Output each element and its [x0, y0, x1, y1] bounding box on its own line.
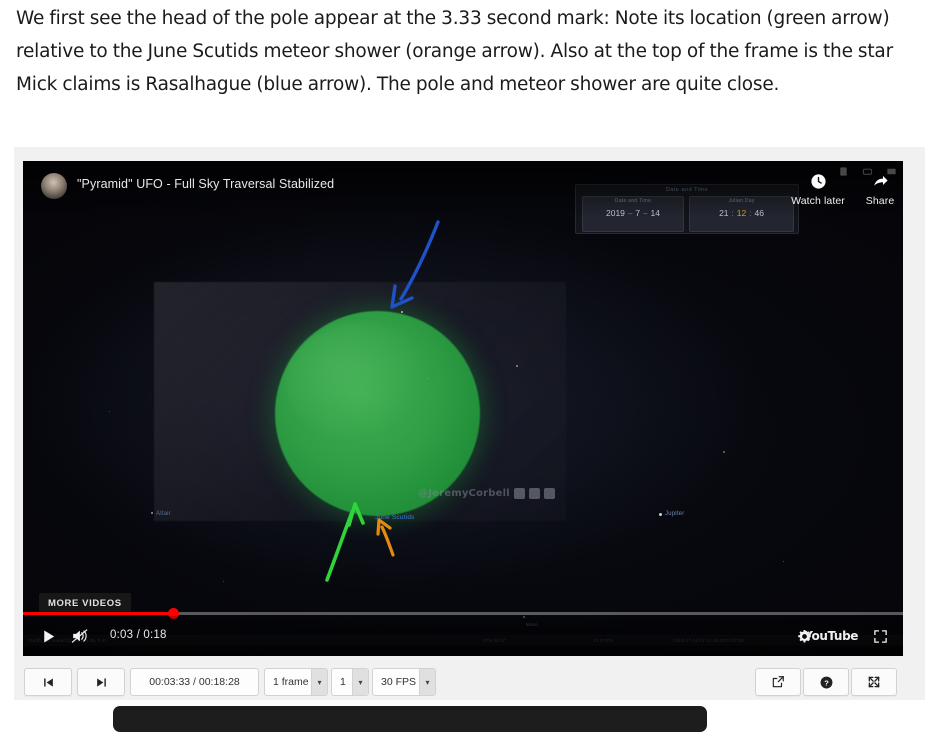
- green-dome-sheen: [285, 323, 435, 443]
- window-controls[interactable]: [838, 166, 897, 177]
- clock-icon: [810, 173, 827, 190]
- svg-text:?: ?: [824, 678, 829, 687]
- sky-label-jupiter: Jupiter: [665, 511, 685, 517]
- channel-watermark: @JeremyCorbell: [418, 488, 555, 499]
- progress-played: [23, 612, 173, 615]
- video-player-panel: Altair Jupiter June Scutids Moon @Jere: [14, 147, 925, 700]
- share-button[interactable]: Share: [849, 173, 903, 207]
- watermark-text: @JeremyCorbell: [418, 488, 510, 499]
- sky-label-altair: Altair: [156, 511, 171, 517]
- watch-later-label: Watch later: [791, 195, 845, 207]
- timecode-value: 00:03:33 / 00:18:28: [149, 676, 240, 688]
- player-control-bar: 0:03 / 0:18 YouTube: [23, 616, 903, 656]
- fullscreen-button[interactable]: [869, 625, 891, 647]
- share-export-button[interactable]: [755, 668, 801, 696]
- frame-rate-value: 30 FPS: [381, 676, 417, 688]
- previous-frame-button[interactable]: [24, 668, 72, 696]
- step-size-select[interactable]: 1 frame ▾: [264, 668, 328, 696]
- bottom-dark-bar: [113, 706, 707, 732]
- chevron-down-icon[interactable]: ▾: [311, 669, 327, 695]
- channel-avatar[interactable]: [41, 173, 67, 199]
- timecode-display[interactable]: 00:03:33 / 00:18:28: [130, 668, 259, 696]
- step-count-select[interactable]: 1 ▾: [331, 668, 369, 696]
- theater-icon[interactable]: [886, 166, 897, 177]
- watch-later-button[interactable]: Watch later: [780, 173, 856, 207]
- expand-button[interactable]: [851, 668, 897, 696]
- youtube-logo[interactable]: YouTube: [804, 629, 858, 643]
- page-caption: We first see the head of the pole appear…: [16, 8, 893, 95]
- minimize-icon[interactable]: [862, 166, 873, 177]
- frame-stepper-toolbar: 00:03:33 / 00:18:28 1 frame ▾ 1 ▾ 30 FPS…: [14, 666, 925, 700]
- frame-rate-select[interactable]: 30 FPS ▾: [372, 668, 436, 696]
- next-frame-button[interactable]: [77, 668, 125, 696]
- video-stage[interactable]: Altair Jupiter June Scutids Moon @Jere: [23, 161, 903, 656]
- instagram-icon: [513, 488, 525, 499]
- chevron-down-icon[interactable]: ▾: [352, 669, 368, 695]
- play-button[interactable]: [37, 625, 59, 647]
- step-size-value: 1 frame: [273, 676, 309, 688]
- share-label: Share: [865, 195, 895, 207]
- twitter-icon: [528, 488, 540, 499]
- mute-button[interactable]: [70, 625, 92, 647]
- more-videos-button[interactable]: MORE VIDEOS: [39, 593, 131, 614]
- cast-icon[interactable]: [838, 166, 849, 177]
- chevron-down-icon[interactable]: ▾: [419, 669, 435, 695]
- star-point: [723, 451, 725, 453]
- help-button[interactable]: ?: [803, 668, 849, 696]
- video-progress-bar[interactable]: [23, 608, 903, 619]
- star-point: [516, 365, 518, 367]
- sky-label-june-scutids: June Scutids: [375, 514, 415, 521]
- star-point: [659, 513, 662, 516]
- star-point: [151, 512, 153, 514]
- step-count-value: 1: [340, 676, 346, 688]
- video-title[interactable]: "Pyramid" UFO - Full Sky Traversal Stabi…: [77, 177, 334, 191]
- player-title-bar: "Pyramid" UFO - Full Sky Traversal Stabi…: [23, 161, 903, 219]
- facebook-icon: [543, 488, 555, 499]
- time-display: 0:03 / 0:18: [110, 629, 167, 641]
